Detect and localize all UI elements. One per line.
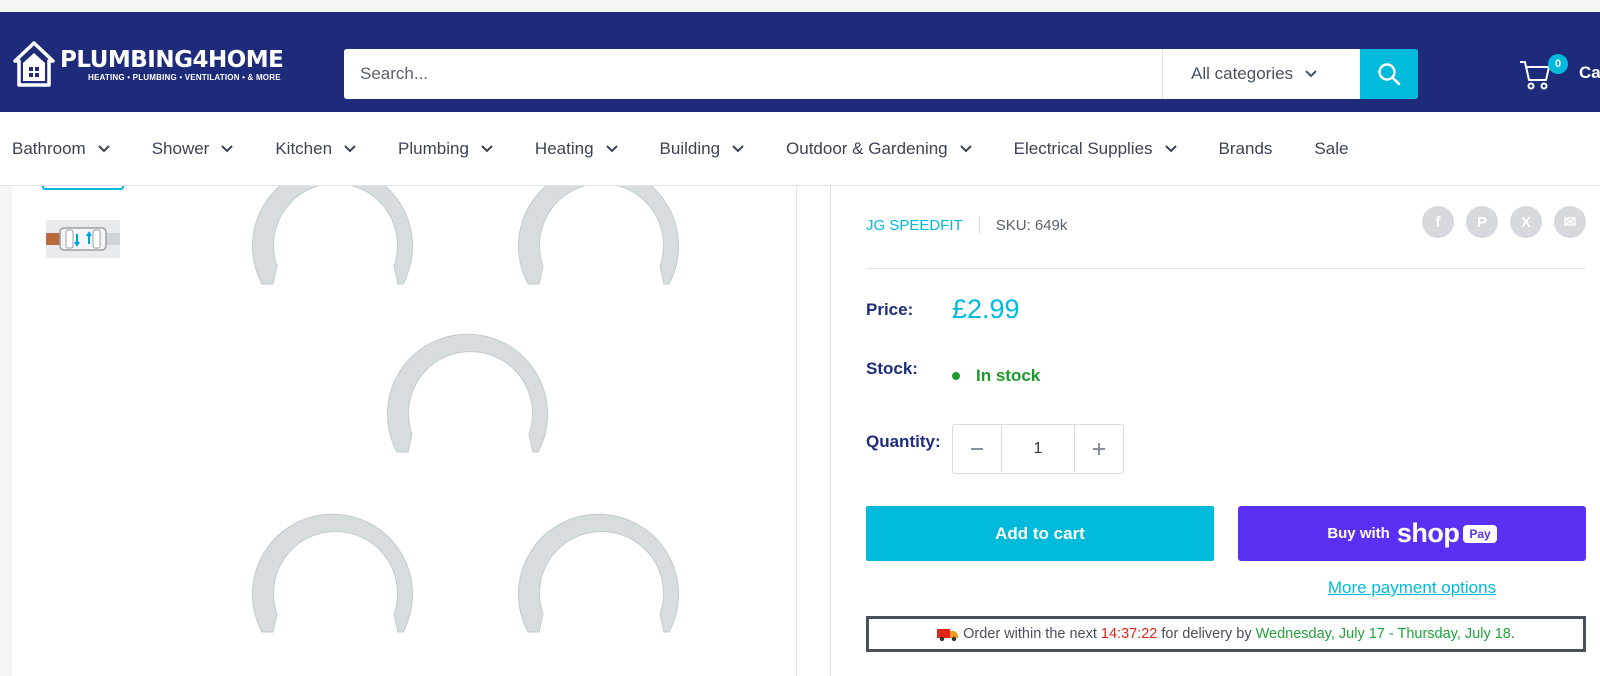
cart-count-badge: 0 bbox=[1548, 54, 1568, 74]
nav-item-label: Kitchen bbox=[275, 138, 333, 158]
facebook-icon[interactable]: f bbox=[1422, 206, 1454, 238]
thumbnail-active[interactable] bbox=[42, 186, 124, 190]
info-divider bbox=[830, 186, 831, 676]
add-to-cart-button[interactable]: Add to cart bbox=[866, 506, 1214, 561]
category-select[interactable]: All categories bbox=[1162, 49, 1360, 99]
nav-item-kitchen[interactable]: Kitchen bbox=[275, 139, 356, 159]
chevron-down-icon bbox=[221, 144, 234, 152]
decrease-quantity-button[interactable] bbox=[953, 425, 1001, 473]
nav-item-electrical-supplies[interactable]: Electrical Supplies bbox=[1014, 139, 1177, 159]
nav-item-label: Heating bbox=[534, 138, 594, 158]
nav-item-outdoor-gardening[interactable]: Outdoor & Gardening bbox=[786, 139, 972, 159]
stock-status: In stock bbox=[952, 366, 1040, 386]
brand-link[interactable]: JG SPEEDFIT bbox=[866, 217, 963, 234]
site-logo[interactable]: PLUMBING4HOME HEATING • PLUMBING • VENTI… bbox=[12, 38, 302, 90]
nav-item-label: Outdoor & Gardening bbox=[786, 138, 948, 158]
pay-logo-pill: Pay bbox=[1463, 524, 1497, 543]
product-info: JG SPEEDFIT SKU: 649k f P X ✉ Price: £2.… bbox=[866, 186, 1586, 676]
cart-button[interactable]: 0 Ca bbox=[1518, 52, 1600, 96]
minus-icon bbox=[971, 448, 983, 450]
shop-logo-text: shop bbox=[1396, 518, 1460, 548]
nav-item-label: Plumbing bbox=[398, 138, 469, 158]
search-button[interactable] bbox=[1360, 49, 1418, 99]
delivery-countdown-banner: Order within the next 14:37:22 for deliv… bbox=[866, 616, 1586, 652]
nav-item-brands[interactable]: Brands bbox=[1219, 139, 1273, 159]
more-payment-options-link[interactable]: More payment options bbox=[1238, 578, 1586, 598]
cart-icon bbox=[1520, 61, 1550, 90]
search-bar: All categories bbox=[344, 49, 1418, 99]
nav-item-shower[interactable]: Shower bbox=[152, 139, 234, 159]
product-main-image[interactable] bbox=[232, 186, 792, 676]
nav-item-label: Electrical Supplies bbox=[1013, 138, 1153, 158]
quantity-label: Quantity: bbox=[866, 432, 941, 451]
chevron-down-icon bbox=[605, 144, 618, 152]
delivery-suffix: . bbox=[1510, 626, 1515, 642]
chevron-down-icon bbox=[959, 144, 972, 152]
house-logo-icon bbox=[13, 41, 55, 87]
nav-item-label: Brands bbox=[1218, 138, 1273, 158]
share-buttons: f P X ✉ bbox=[1422, 206, 1586, 238]
search-input[interactable] bbox=[344, 49, 1162, 99]
delivery-dates: Wednesday, July 17 - Thursday, July 18 bbox=[1255, 626, 1511, 642]
quantity-input[interactable]: 1 bbox=[1001, 425, 1075, 473]
brand-sku-row: JG SPEEDFIT SKU: 649k bbox=[866, 216, 1067, 234]
buy-with-shop-pay-button[interactable]: Buy with shop Pay bbox=[1238, 506, 1586, 561]
countdown-timer: 14:37:22 bbox=[1100, 626, 1158, 642]
separator bbox=[978, 216, 980, 234]
chevron-down-icon bbox=[1305, 70, 1317, 78]
top-strip bbox=[0, 0, 1600, 12]
category-select-label: All categories bbox=[1191, 64, 1294, 83]
plus-icon bbox=[1093, 443, 1105, 455]
delivery-middle: for delivery by bbox=[1161, 626, 1252, 642]
nav-item-sale[interactable]: Sale bbox=[1314, 139, 1348, 159]
chevron-down-icon bbox=[481, 144, 493, 152]
nav-item-label: Building bbox=[659, 138, 721, 158]
product-price: £2.99 bbox=[952, 294, 1020, 324]
chevron-down-icon bbox=[1164, 144, 1177, 152]
chevron-down-icon bbox=[344, 144, 356, 152]
product-gallery bbox=[12, 186, 796, 676]
buy-with-label: Buy with bbox=[1327, 525, 1390, 542]
product-section: JG SPEEDFIT SKU: 649k f P X ✉ Price: £2.… bbox=[12, 186, 1600, 676]
email-icon[interactable]: ✉ bbox=[1554, 206, 1586, 238]
delivery-truck-icon bbox=[937, 629, 959, 642]
divider bbox=[866, 268, 1586, 269]
nav-item-label: Shower bbox=[151, 138, 210, 158]
chevron-down-icon bbox=[97, 144, 110, 152]
logo-tagline: HEATING • PLUMBING • VENTILATION • & MOR… bbox=[88, 72, 281, 82]
stock-dot-icon bbox=[952, 372, 960, 380]
chevron-down-icon bbox=[732, 144, 744, 152]
nav-item-plumbing[interactable]: Plumbing bbox=[398, 139, 493, 159]
price-label: Price: bbox=[866, 300, 914, 319]
search-icon bbox=[1378, 63, 1401, 86]
cart-label: Ca bbox=[1579, 63, 1600, 82]
main-navigation: Bathroom Shower Kitchen Plumbing Heating… bbox=[0, 112, 1600, 186]
nav-item-bathroom[interactable]: Bathroom bbox=[12, 139, 110, 159]
thumbnail-fitting-image[interactable] bbox=[46, 220, 120, 258]
site-header: PLUMBING4HOME HEATING • PLUMBING • VENTI… bbox=[0, 12, 1600, 112]
gallery-divider bbox=[796, 186, 797, 676]
nav-item-heating[interactable]: Heating bbox=[535, 139, 618, 159]
nav-item-label: Bathroom bbox=[12, 138, 86, 158]
nav-item-label: Sale bbox=[1314, 138, 1349, 158]
logo-wordmark: PLUMBING4HOME bbox=[60, 46, 284, 73]
sku-text: SKU: 649k bbox=[995, 216, 1068, 234]
stock-status-text: In stock bbox=[976, 366, 1041, 385]
pinterest-icon[interactable]: P bbox=[1466, 206, 1498, 238]
quantity-stepper: 1 bbox=[952, 424, 1124, 474]
delivery-prefix: Order within the next bbox=[963, 626, 1097, 642]
nav-item-building[interactable]: Building bbox=[660, 139, 745, 159]
stock-label: Stock: bbox=[866, 359, 918, 378]
x-twitter-icon[interactable]: X bbox=[1510, 206, 1542, 238]
increase-quantity-button[interactable] bbox=[1075, 425, 1123, 473]
